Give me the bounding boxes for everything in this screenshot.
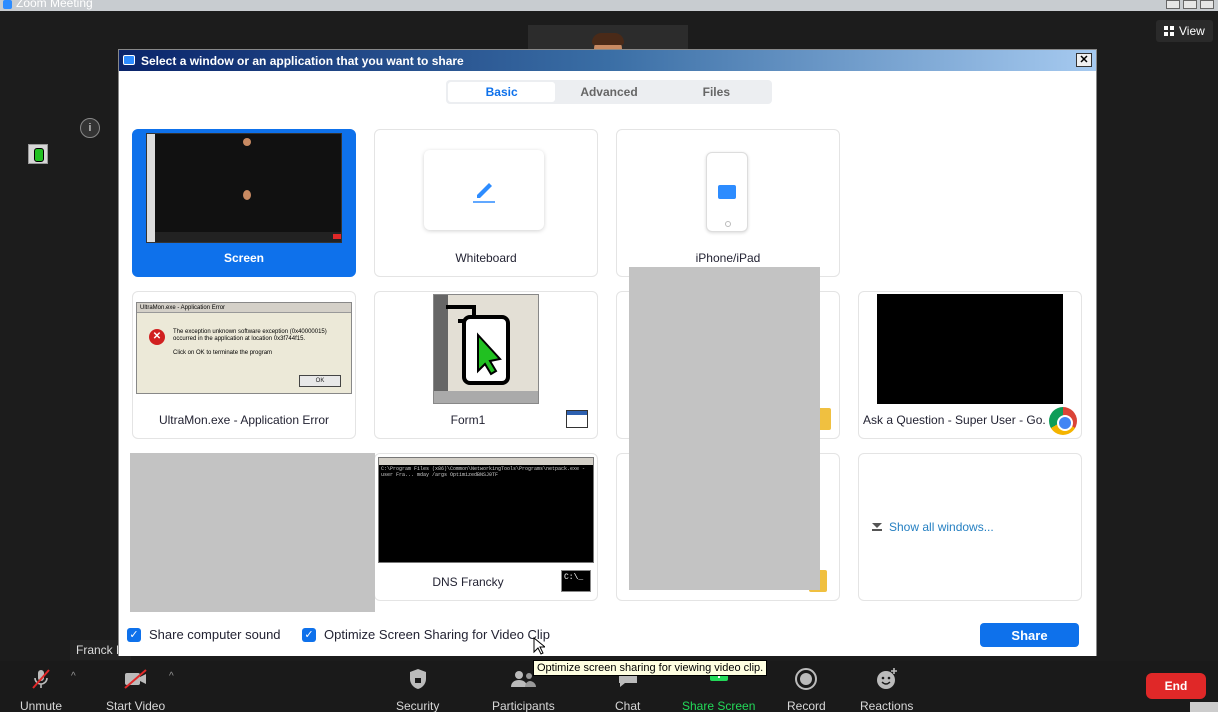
record-icon [794,667,818,691]
audio-options-caret-icon[interactable]: ^ [71,671,76,682]
tab-basic[interactable]: Basic [448,82,556,102]
error-icon: ✕ [149,329,165,345]
screen-thumbnail [146,133,342,243]
whiteboard-label: Whiteboard [455,251,517,265]
share-option-ultramon[interactable]: UltraMon.exe - Application Error ✕ The e… [132,291,356,439]
screen-label: Screen [223,251,265,265]
unmute-button[interactable]: Unmute [20,667,62,712]
iphone-icon [706,152,748,232]
share-option-whiteboard[interactable]: Whiteboard [374,129,598,277]
checkmark-icon: ✓ [127,627,141,642]
dialog-titlebar: Select a window or an application that y… [119,50,1096,71]
error-dialog-thumbnail: UltraMon.exe - Application Error ✕ The e… [136,302,352,394]
expand-down-icon [872,523,882,531]
tab-files[interactable]: Files [663,82,770,102]
ultramon-label: UltraMon.exe - Application Error [158,413,330,427]
chrome-icon [1049,407,1077,435]
close-icon[interactable]: ✕ [1076,53,1092,67]
share-option-screen[interactable]: Screen [132,129,356,277]
reactions-label: Reactions [860,699,914,712]
share-button[interactable]: Share [980,623,1079,647]
share-sound-checkbox[interactable]: ✓ Share computer sound [127,627,281,642]
checkmark-icon: ✓ [302,627,316,642]
redacted-area [130,453,375,618]
participant-hair [592,33,624,45]
show-all-windows-link[interactable]: Show all windows... [871,520,994,534]
video-off-icon [122,667,150,691]
chrome-thumbnail [877,294,1063,404]
show-all-label: Show all windows... [889,520,994,534]
maximize-button[interactable] [1183,0,1197,9]
window-app-icon [566,410,588,428]
zoom-titlebar: Zoom Meeting [0,0,1218,11]
dialog-title: Select a window or an application that y… [141,53,464,68]
chrome-label: Ask a Question - Super User - Go... [863,413,1045,427]
reactions-icon [875,667,899,691]
zoom-app-icon [3,0,12,9]
video-options-caret-icon[interactable]: ^ [169,671,174,682]
close-window-button[interactable] [1200,0,1214,9]
view-button[interactable]: View [1156,20,1213,42]
share-option-iphone-ipad[interactable]: iPhone/iPad [616,129,840,277]
cmd-thumbnail: C:\Program Files (x86)\Common\Networking… [378,457,594,563]
tab-advanced[interactable]: Advanced [555,82,662,102]
redacted-area [629,267,820,590]
meeting-info-icon[interactable]: i [80,118,100,138]
participants-label: Participants [492,699,555,712]
share-sound-label: Share computer sound [149,627,281,642]
share-tabs: Basic Advanced Files [446,80,772,104]
share-dialog: Select a window or an application that y… [118,49,1097,656]
form1-thumbnail [433,294,539,404]
share-option-form1[interactable]: Form1 [374,291,598,439]
share-option-chrome[interactable]: Ask a Question - Super User - Go... [858,291,1082,439]
cmd-icon: C:\_ [561,570,591,592]
record-label: Record [787,699,826,712]
mouse-cursor-icon [533,636,547,658]
show-all-windows-card[interactable]: Show all windows... [858,453,1082,601]
start-video-button[interactable]: Start Video [106,667,165,712]
reactions-button[interactable]: Reactions [860,667,913,712]
desktop-app-icon[interactable] [28,144,48,164]
airplay-icon [718,185,736,199]
corner-app-icon [1190,702,1218,712]
grid-icon [1164,26,1174,36]
chat-label: Chat [615,699,641,712]
form1-label: Form1 [450,413,486,427]
zoom-dialog-icon [123,55,135,65]
unmute-label: Unmute [20,699,63,712]
iphone-label: iPhone/iPad [695,251,761,265]
window-title: Zoom Meeting [16,0,93,10]
optimize-video-checkbox[interactable]: ✓ Optimize Screen Sharing for Video Clip [302,627,550,642]
dialog-footer: ✓ Share computer sound ✓ Optimize Screen… [119,612,1096,656]
optimize-label: Optimize Screen Sharing for Video Clip [324,627,550,642]
muted-mic-icon [29,667,53,691]
share-screen-label: Share Screen [682,699,756,712]
start-video-label: Start Video [106,699,166,712]
pen-icon [473,183,495,203]
whiteboard-tile [424,150,544,230]
view-label: View [1179,24,1205,38]
minimize-button[interactable] [1166,0,1180,9]
record-button[interactable]: Record [787,667,826,712]
dns-label: DNS Francky [432,575,504,589]
security-button[interactable]: Security [396,667,439,712]
optimize-tooltip: Optimize screen sharing for viewing vide… [533,660,768,676]
shield-icon [407,667,429,691]
end-meeting-button[interactable]: End [1146,673,1206,699]
security-label: Security [396,699,440,712]
share-option-dns-francky[interactable]: C:\Program Files (x86)\Common\Networking… [374,453,598,601]
